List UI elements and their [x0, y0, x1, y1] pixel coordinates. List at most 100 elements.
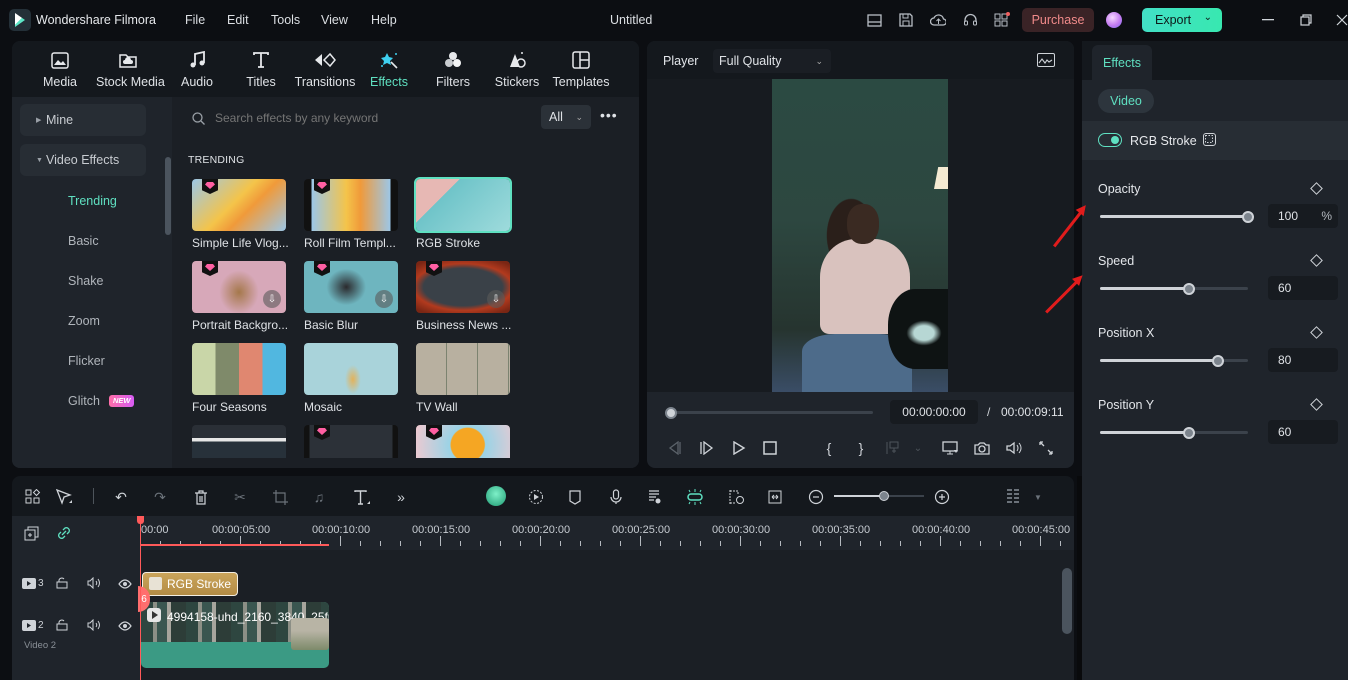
tab-media[interactable]: Media	[28, 49, 92, 93]
param-value-input[interactable]: 60	[1268, 276, 1338, 300]
auto-playback-icon[interactable]	[527, 488, 545, 506]
slider-handle[interactable]	[1242, 210, 1254, 223]
effect-card[interactable]	[192, 425, 288, 458]
fit-timeline-icon[interactable]	[766, 488, 784, 506]
subcategory-shake[interactable]: Shake	[68, 274, 103, 288]
tab-audio[interactable]: Audio	[165, 49, 229, 93]
tab-titles[interactable]: Titles	[229, 49, 293, 93]
effect-enable-toggle[interactable]	[1098, 133, 1122, 147]
menu-file[interactable]: File	[185, 13, 205, 27]
more-tools-icon[interactable]: »	[392, 488, 410, 506]
export-button[interactable]: Export ⌄	[1142, 8, 1222, 32]
zoom-in-icon[interactable]	[933, 488, 951, 506]
speaker-icon[interactable]	[87, 618, 101, 634]
effect-card[interactable]: ⇩ Business News ...	[416, 261, 512, 332]
chevron-down-icon[interactable]: ⌄	[909, 439, 927, 457]
effect-clip[interactable]: RGB Stroke	[142, 572, 238, 596]
download-icon[interactable]: ⇩	[487, 290, 505, 308]
effect-card[interactable]: TV Wall	[416, 343, 512, 414]
track-layout-icon[interactable]	[1005, 488, 1023, 506]
close-icon[interactable]	[1332, 10, 1348, 30]
ai-copilot-icon[interactable]	[486, 486, 506, 506]
scopes-icon[interactable]	[1037, 53, 1055, 67]
subcategory-glitch[interactable]: Glitch NEW	[68, 394, 135, 408]
fullscreen-icon[interactable]	[1037, 439, 1055, 457]
effect-card[interactable]: ⇩ Portrait Backgro...	[192, 261, 288, 332]
mask-icon[interactable]	[1203, 133, 1216, 146]
search-box[interactable]	[184, 105, 534, 131]
keyframe-diamond-icon[interactable]	[1310, 254, 1323, 267]
layout-switch-icon[interactable]	[24, 488, 42, 506]
save-icon[interactable]	[898, 12, 914, 28]
download-icon[interactable]: ⇩	[375, 290, 393, 308]
insert-marker-icon[interactable]	[885, 439, 903, 457]
caret-down-icon[interactable]: ▼	[1029, 488, 1047, 506]
effect-card[interactable]: ⇩ Basic Blur	[304, 261, 400, 332]
previous-frame-icon[interactable]	[665, 439, 683, 457]
select-tool-icon[interactable]	[55, 488, 73, 506]
effect-card[interactable]: Roll Film Templ...	[304, 179, 400, 250]
menu-edit[interactable]: Edit	[227, 13, 249, 27]
tab-stickers[interactable]: Stickers	[485, 49, 549, 93]
purchase-button[interactable]: Purchase	[1022, 8, 1094, 32]
tab-effects-properties[interactable]: Effects	[1092, 45, 1152, 80]
param-slider[interactable]	[1100, 210, 1254, 223]
keyframe-diamond-icon[interactable]	[1310, 326, 1323, 339]
timeline-scrollbar[interactable]	[1062, 568, 1072, 634]
mark-in-icon[interactable]: {	[820, 439, 838, 457]
link-icon[interactable]	[55, 524, 73, 542]
zoom-slider-handle[interactable]	[878, 491, 889, 501]
volume-icon[interactable]	[1005, 439, 1023, 457]
tab-filters[interactable]: Filters	[421, 49, 485, 93]
playback-scrubber[interactable]	[665, 406, 677, 419]
layout-icon[interactable]	[866, 12, 882, 28]
split-scissors-icon[interactable]: ✂	[231, 488, 249, 506]
playback-progress-bar[interactable]	[665, 406, 873, 419]
slider-handle[interactable]	[1182, 282, 1195, 295]
category-video-effects[interactable]: ▼ Video Effects	[20, 144, 146, 176]
param-slider[interactable]	[1100, 354, 1248, 367]
tab-transitions[interactable]: Transitions	[293, 49, 357, 93]
subcategory-basic[interactable]: Basic	[68, 234, 99, 248]
snapshot-camera-icon[interactable]	[973, 439, 991, 457]
keyframe-diamond-icon[interactable]	[1310, 182, 1323, 195]
apps-grid-icon[interactable]	[994, 12, 1010, 28]
next-frame-icon[interactable]	[698, 439, 716, 457]
effect-card[interactable]: RGB Stroke	[414, 177, 512, 250]
hide-clip-icon[interactable]	[727, 488, 745, 506]
current-timecode[interactable]: 00:00:00:00	[890, 400, 978, 424]
undo-icon[interactable]: ↶	[112, 488, 130, 506]
slider-handle[interactable]	[1182, 426, 1195, 439]
eye-icon[interactable]	[118, 620, 132, 634]
add-track-icon[interactable]	[22, 524, 40, 542]
subcategory-trending[interactable]: Trending	[68, 194, 117, 208]
subcategory-flicker[interactable]: Flicker	[68, 354, 105, 368]
param-slider[interactable]	[1100, 282, 1248, 295]
zoom-out-icon[interactable]	[807, 488, 825, 506]
menu-tools[interactable]: Tools	[271, 13, 300, 27]
param-slider[interactable]	[1100, 426, 1248, 439]
slider-handle[interactable]	[1212, 354, 1225, 367]
quality-dropdown[interactable]: Full Quality ⌄	[713, 49, 831, 73]
music-list-icon[interactable]	[646, 488, 664, 506]
menu-view[interactable]: View	[321, 13, 348, 27]
search-input[interactable]	[215, 111, 515, 125]
cloud-upload-icon[interactable]	[930, 12, 946, 28]
tab-templates[interactable]: Templates	[549, 49, 613, 93]
lock-icon[interactable]	[56, 619, 68, 634]
effect-card[interactable]	[304, 425, 400, 458]
minimize-icon[interactable]	[1258, 10, 1278, 30]
tab-stock-media[interactable]: Stock Media	[96, 49, 165, 93]
chevron-down-icon[interactable]: ⌄	[1204, 12, 1212, 23]
keyframe-diamond-icon[interactable]	[1310, 398, 1323, 411]
headset-support-icon[interactable]	[962, 12, 978, 28]
text-tool-icon[interactable]	[353, 488, 371, 506]
effect-card[interactable]: Four Seasons	[192, 343, 288, 414]
user-avatar[interactable]	[1106, 12, 1122, 28]
subcategory-zoom[interactable]: Zoom	[68, 314, 100, 328]
play-icon[interactable]	[730, 439, 748, 457]
effect-card[interactable]	[416, 425, 512, 458]
playhead[interactable]	[140, 516, 141, 680]
param-value-input[interactable]: 100%	[1268, 204, 1338, 228]
marker-icon[interactable]	[566, 488, 584, 506]
